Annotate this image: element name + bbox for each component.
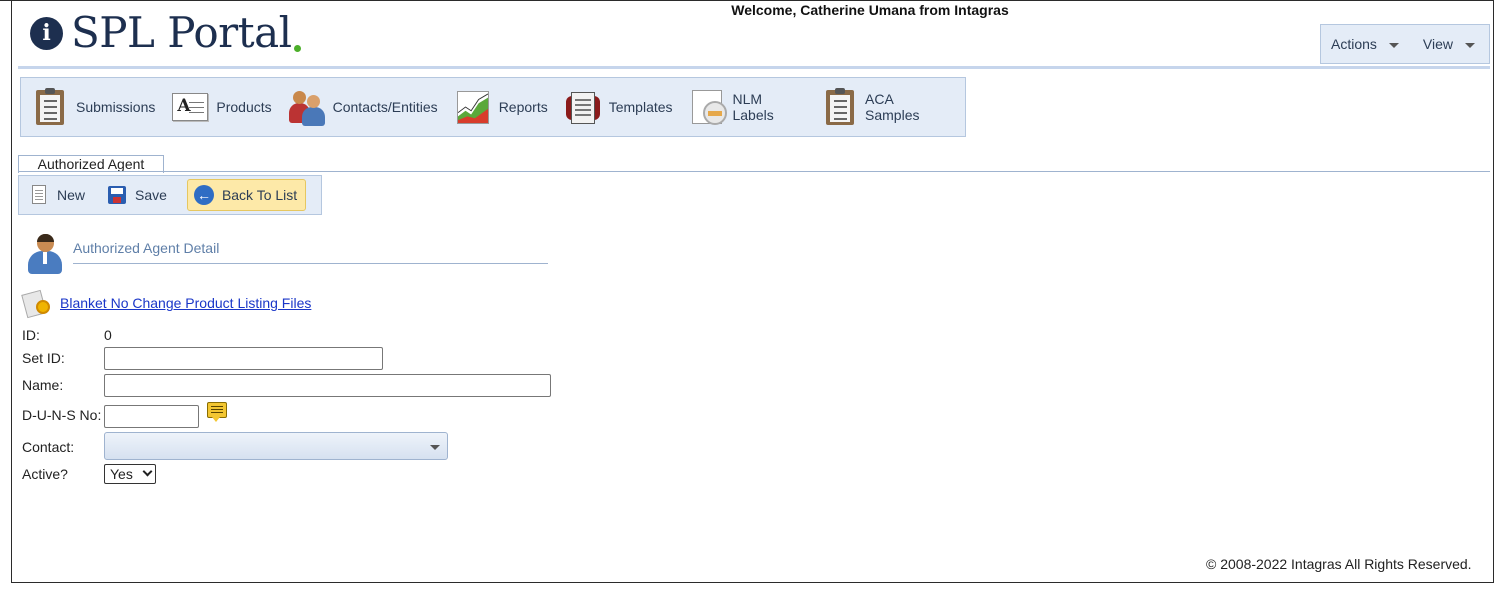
new-document-icon (29, 185, 49, 205)
toolbar-reports[interactable]: Reports (454, 88, 548, 126)
comment-note-icon[interactable] (207, 402, 227, 422)
active-selected-value: Yes (110, 466, 133, 482)
toolbar-nlm-labels[interactable]: NLM Labels (689, 88, 806, 126)
back-label: Back To List (221, 187, 298, 203)
reports-chart-icon (454, 88, 492, 126)
new-label: New (57, 187, 86, 203)
chevron-down-icon (142, 466, 153, 477)
toolbar-label: Templates (608, 99, 673, 115)
header-divider (18, 66, 1490, 69)
toolbar-label: Products (216, 99, 272, 115)
section-underline (73, 263, 548, 264)
top-menu: Actions View (1320, 24, 1490, 64)
toolbar-submissions[interactable]: Submissions (31, 88, 155, 126)
name-label: Name: (22, 377, 64, 393)
templates-icon (564, 88, 602, 126)
actions-menu[interactable]: Actions (1331, 36, 1399, 52)
floppy-save-icon (107, 185, 127, 205)
set-id-label: Set ID: (22, 350, 65, 366)
blanket-no-change-link[interactable]: Blanket No Change Product Listing Files (60, 295, 311, 311)
agent-person-icon (26, 234, 66, 276)
nlm-labels-icon (689, 88, 727, 126)
new-button[interactable]: New (27, 179, 93, 211)
set-id-input[interactable] (104, 347, 383, 370)
info-icon: i (30, 16, 63, 50)
caret-down-icon (1388, 42, 1399, 48)
record-toolbar: New Save ← Back To List (18, 175, 322, 215)
back-arrow-icon: ← (193, 185, 214, 205)
toolbar-label: Submissions (76, 99, 156, 115)
clipboard-icon (31, 88, 69, 126)
save-label: Save (135, 187, 167, 203)
welcome-message: Welcome, Catherine Umana from Intagras (731, 2, 1009, 18)
toolbar-label: NLM Labels (732, 91, 774, 123)
products-icon: A (171, 88, 209, 126)
duns-input[interactable] (104, 405, 199, 428)
name-input[interactable] (104, 374, 551, 397)
back-to-list-button[interactable]: ← Back To List (186, 179, 307, 211)
id-value: 0 (104, 327, 112, 343)
contacts-icon (288, 88, 326, 126)
caret-down-icon (1465, 42, 1476, 48)
certificate-icon (21, 289, 54, 320)
save-button[interactable]: Save (105, 179, 175, 211)
logo-green-dot (293, 44, 301, 52)
main-toolbar: Submissions A Products Contacts/Entities… (20, 77, 966, 137)
id-label: ID: (22, 327, 40, 343)
view-menu[interactable]: View (1422, 36, 1476, 52)
contact-label: Contact: (22, 439, 75, 455)
caret-down-icon (430, 445, 440, 450)
toolbar-label: Contacts/Entities (332, 99, 438, 115)
toolbar-aca-samples[interactable]: ACA Samples (821, 88, 949, 126)
clipboard-icon (821, 88, 858, 126)
active-label: Active? (22, 466, 68, 482)
toolbar-label: ACA Samples (865, 91, 920, 123)
section-title: Authorized Agent Detail (73, 240, 220, 256)
duns-label: D-U-N-S No: (22, 407, 102, 423)
actions-label: Actions (1331, 36, 1377, 52)
contact-dropdown[interactable] (104, 432, 448, 460)
toolbar-contacts-entities[interactable]: Contacts/Entities (288, 88, 438, 126)
view-label: View (1422, 36, 1454, 52)
toolbar-templates[interactable]: Templates (564, 88, 673, 126)
toolbar-products[interactable]: A Products (171, 88, 272, 126)
tab-underline (18, 171, 1490, 172)
active-select[interactable]: Yes (104, 464, 156, 484)
copyright-footer: © 2008-2022 Intagras All Rights Reserved… (1206, 556, 1472, 572)
toolbar-label: Reports (498, 99, 548, 115)
